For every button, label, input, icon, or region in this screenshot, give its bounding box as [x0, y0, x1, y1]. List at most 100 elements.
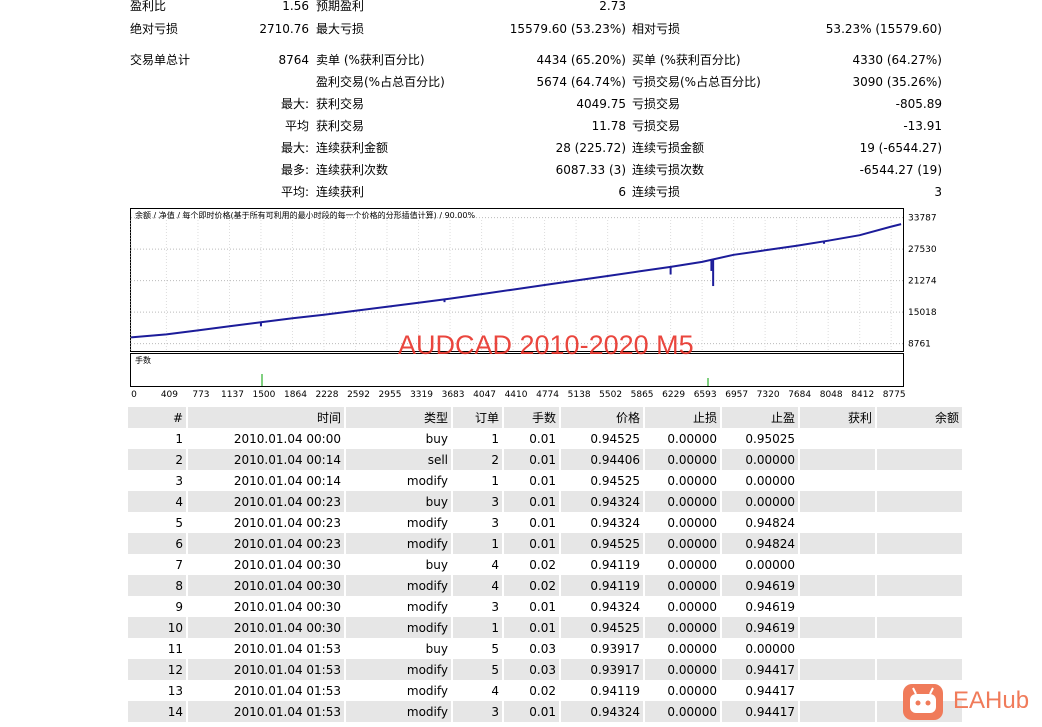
cell-lots: 0.01 [504, 449, 561, 470]
balance-chart: 余额 / 净值 / 每个即时价格(基于所有可利用的最小时段的每一个价格的分形插值… [130, 208, 942, 400]
table-row[interactable]: 10 2010.01.04 00:30 modify 1 0.01 0.94525 0.00… [128, 617, 964, 638]
cell-index: 10 [128, 617, 188, 638]
cell-order: 4 [453, 554, 504, 575]
cell-time: 2010.01.04 00:30 [188, 596, 346, 617]
cell-profit [800, 680, 877, 701]
col-header-sl: 止损 [645, 407, 722, 428]
cell-price: 0.94525 [561, 617, 645, 638]
trade-history-table: # 时间 类型 订单 手数 价格 止损 止盈 获利 余额 1 2010.01.04… [128, 407, 964, 722]
stat-label: 卖单 (%获利百分比) [316, 53, 425, 67]
x-tick-label: 8048 [820, 390, 843, 400]
stat-value: 5674 (64.74%) [536, 75, 626, 89]
stat-label: 获利交易 [316, 119, 365, 133]
cell-index: 4 [128, 491, 188, 512]
col-header-profit: 获利 [800, 407, 877, 428]
cell-type: sell [346, 449, 453, 470]
table-row[interactable]: 2 2010.01.04 00:14 sell 2 0.01 0.94406 0.00000… [128, 449, 964, 470]
stat-value: 1.56 [282, 0, 309, 13]
x-tick-label: 4410 [505, 390, 528, 400]
col-header-order: 订单 [453, 407, 504, 428]
x-tick-label: 1137 [221, 390, 244, 400]
table-row[interactable]: 4 2010.01.04 00:23 buy 3 0.01 0.94324 0.00000 0… [128, 491, 964, 512]
stat-value: 4330 (64.27%) [852, 53, 942, 67]
cell-type: modify [346, 575, 453, 596]
cell-index: 3 [128, 470, 188, 491]
cell-lots: 0.03 [504, 659, 561, 680]
x-tick-label: 2592 [347, 390, 370, 400]
stat-value: 28 (225.72) [555, 141, 626, 155]
table-row[interactable]: 12 2010.01.04 01:53 modify 5 0.03 0.93917 0.00… [128, 659, 964, 680]
cell-balance [877, 617, 964, 638]
cell-price: 0.94525 [561, 533, 645, 554]
table-row[interactable]: 1 2010.01.04 00:00 buy 1 0.01 0.94525 0.00000 0… [128, 428, 964, 449]
table-row[interactable]: 3 2010.01.04 00:14 modify 1 0.01 0.94525 0.000… [128, 470, 964, 491]
cell-type: buy [346, 491, 453, 512]
table-row[interactable]: 7 2010.01.04 00:30 buy 4 0.02 0.94119 0.00000 0… [128, 554, 964, 575]
stat-value: 11.78 [591, 119, 626, 133]
cell-profit [800, 554, 877, 575]
stat-label: 买单 (%获利百分比) [632, 53, 741, 67]
stat-prefix: 最多: [280, 163, 309, 177]
cell-lots: 0.03 [504, 638, 561, 659]
cell-time: 2010.01.04 01:53 [188, 638, 346, 659]
robot-icon [903, 684, 943, 720]
cell-order: 2 [453, 449, 504, 470]
cell-index: 11 [128, 638, 188, 659]
table-row[interactable]: 14 2010.01.04 01:53 modify 3 0.01 0.94324 0.00… [128, 701, 964, 722]
x-tick-label: 6957 [725, 390, 748, 400]
col-header-time: 时间 [188, 407, 346, 428]
cell-balance [877, 491, 964, 512]
stat-prefix: 最大: [280, 97, 309, 111]
stat-value: 6087.33 (3) [555, 163, 626, 177]
table-row[interactable]: 9 2010.01.04 00:30 modify 3 0.01 0.94324 0.000… [128, 596, 964, 617]
table-row[interactable]: 5 2010.01.04 00:23 modify 3 0.01 0.94324 0.000… [128, 512, 964, 533]
table-row[interactable]: 11 2010.01.04 01:53 buy 5 0.03 0.93917 0.00000… [128, 638, 964, 659]
cell-type: modify [346, 512, 453, 533]
col-header-type: 类型 [346, 407, 453, 428]
table-row[interactable]: 8 2010.01.04 00:30 modify 4 0.02 0.94119 0.000… [128, 575, 964, 596]
table-row[interactable]: 13 2010.01.04 01:53 modify 4 0.02 0.94119 0.00… [128, 680, 964, 701]
cell-price: 0.94119 [561, 575, 645, 596]
cell-price: 0.94525 [561, 470, 645, 491]
cell-profit [800, 449, 877, 470]
cell-order: 5 [453, 638, 504, 659]
cell-tp: 0.94619 [722, 575, 800, 596]
cell-profit [800, 575, 877, 596]
stat-label: 连续亏损 [632, 185, 681, 199]
y-tick-label: 33787 [908, 214, 937, 224]
cell-index: 14 [128, 701, 188, 722]
cell-type: buy [346, 554, 453, 575]
x-tick-label: 4774 [536, 390, 559, 400]
cell-lots: 0.01 [504, 596, 561, 617]
cell-type: modify [346, 680, 453, 701]
cell-sl: 0.00000 [645, 428, 722, 449]
stat-label: 亏损交易 [632, 97, 681, 111]
stat-value: 2.73 [599, 0, 626, 13]
cell-time: 2010.01.04 01:53 [188, 680, 346, 701]
cell-type: buy [346, 638, 453, 659]
cell-time: 2010.01.04 00:23 [188, 533, 346, 554]
stat-label: 盈利比 [130, 0, 167, 13]
col-header-balance: 余额 [877, 407, 964, 428]
cell-balance [877, 512, 964, 533]
stat-value: 4434 (65.20%) [536, 53, 626, 67]
eahub-logo: EAHub [903, 682, 1033, 722]
lots-label: 手数 [135, 355, 151, 365]
stat-value: 3090 (35.26%) [852, 75, 942, 89]
cell-price: 0.94119 [561, 680, 645, 701]
x-tick-label: 5502 [599, 390, 622, 400]
cell-tp: 0.00000 [722, 638, 800, 659]
cell-lots: 0.01 [504, 617, 561, 638]
cell-time: 2010.01.04 00:14 [188, 449, 346, 470]
cell-balance [877, 428, 964, 449]
cell-sl: 0.00000 [645, 596, 722, 617]
cell-lots: 0.01 [504, 512, 561, 533]
cell-profit [800, 638, 877, 659]
stat-label: 获利交易 [316, 97, 365, 111]
cell-price: 0.94119 [561, 554, 645, 575]
x-tick-label: 3319 [410, 390, 433, 400]
cell-sl: 0.00000 [645, 533, 722, 554]
table-row[interactable]: 6 2010.01.04 00:23 modify 1 0.01 0.94525 0.000… [128, 533, 964, 554]
cell-sl: 0.00000 [645, 491, 722, 512]
cell-sl: 0.00000 [645, 554, 722, 575]
